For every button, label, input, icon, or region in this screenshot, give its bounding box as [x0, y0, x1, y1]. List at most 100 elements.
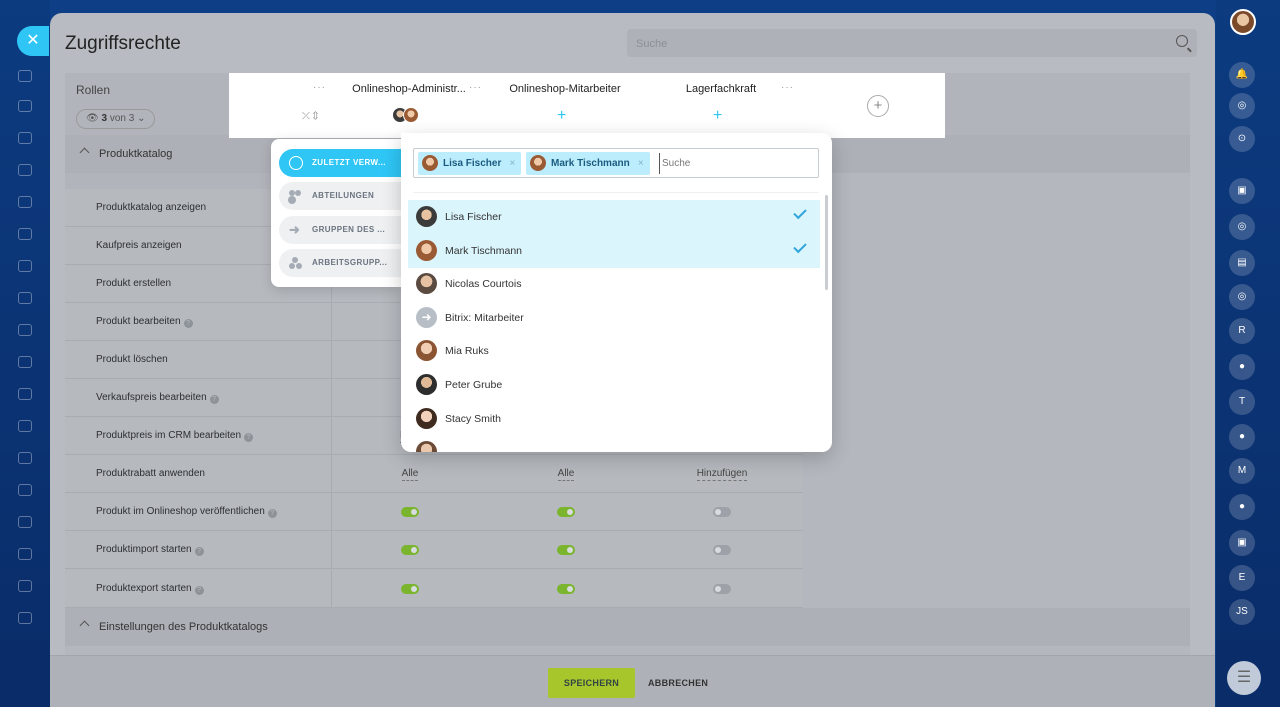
role-name[interactable]: Onlineshop-Mitarbeiter [487, 83, 643, 95]
tab-recent[interactable]: ZULETZT VERW... [279, 149, 409, 177]
list-icon[interactable] [18, 612, 32, 624]
tab-workgroups[interactable]: ARBEITSGRUPP... [279, 249, 409, 277]
search-icon[interactable] [1176, 35, 1188, 47]
recent-chat-r[interactable]: R [1229, 318, 1255, 344]
list-item[interactable]: Nicolas Courtois [408, 267, 820, 301]
roles-counter-chip[interactable]: 👁 3 von 3 ⌄ [76, 109, 156, 129]
panel-search-input[interactable]: Suche [627, 29, 1197, 57]
calendar-icon[interactable] [18, 164, 32, 176]
contacts-icon[interactable] [18, 324, 32, 336]
tag-mark-tischmann[interactable]: Mark Tischmann × [526, 152, 650, 175]
section-einstellungen[interactable]: Einstellungen des Produktkatalogs [65, 608, 1190, 646]
remove-tag-icon[interactable]: × [510, 152, 516, 175]
list-item[interactable]: Stacy Smith [408, 402, 820, 436]
document-icon[interactable] [18, 196, 32, 208]
filter-icon[interactable] [18, 452, 32, 464]
more-icon[interactable]: ··· [313, 82, 326, 93]
add-member-icon[interactable]: + [557, 108, 566, 124]
recent-chat-t[interactable]: T [1229, 389, 1255, 415]
list-item[interactable]: Mia Ruks [408, 334, 820, 368]
cancel-button[interactable]: ABBRECHEN [648, 668, 708, 698]
permission-label: Verkaufspreis bearbeiten? [96, 392, 219, 404]
chevron-up-icon[interactable] [79, 147, 90, 158]
selector-search-input[interactable] [659, 153, 809, 174]
chevron-up-icon[interactable] [79, 620, 90, 631]
search-chat-icon[interactable]: ⊙ [1229, 126, 1255, 152]
permission-toggle[interactable] [557, 584, 575, 594]
remove-tag-icon[interactable]: × [638, 152, 644, 175]
recent-chat-5[interactable]: ● [1229, 354, 1255, 380]
recent-chat-6[interactable]: ● [1229, 424, 1255, 450]
avatar [403, 107, 419, 123]
role-name[interactable]: Lagerfachkraft [643, 83, 799, 95]
openlines-icon[interactable]: ◎ [1229, 93, 1255, 119]
more-icon[interactable]: ··· [781, 82, 794, 93]
recent-chat-4[interactable]: ◎ [1229, 284, 1255, 310]
chat-icon[interactable] [18, 132, 32, 144]
permission-value-link[interactable]: Hinzufügen [696, 468, 748, 481]
settings-icon[interactable] [18, 356, 32, 368]
user-avatar[interactable] [1230, 9, 1256, 35]
list-item[interactable] [408, 435, 820, 452]
permission-toggle[interactable] [713, 545, 731, 555]
chat-menu-button[interactable]: ☰ [1227, 661, 1261, 695]
sort-icon[interactable]: ⤫ ⇕ [302, 111, 318, 122]
help-icon[interactable]: ? [194, 586, 204, 595]
arrow-icon: ➜ [416, 306, 437, 328]
help-icon[interactable]: ? [183, 319, 193, 328]
menu-icon[interactable] [18, 70, 32, 82]
recent-chat-m[interactable]: M [1229, 458, 1255, 484]
selected-tags-box[interactable]: Lisa Fischer × Mark Tischmann × [413, 148, 819, 178]
list-item[interactable]: ➜ Bitrix: Mitarbeiter [408, 301, 820, 335]
refresh-icon[interactable] [18, 420, 32, 432]
mail-icon[interactable] [18, 292, 32, 304]
card-icon[interactable] [18, 260, 32, 272]
permission-toggle[interactable] [713, 507, 731, 517]
recent-chat-2[interactable]: ◎ [1229, 214, 1255, 240]
save-button[interactable]: SPEICHERN [548, 668, 635, 698]
permission-value-link[interactable]: Alle [401, 468, 419, 481]
recent-chat-7[interactable]: ● [1229, 494, 1255, 520]
list-item[interactable]: Mark Tischmann [408, 233, 820, 268]
monitor-icon[interactable] [18, 388, 32, 400]
recent-chat-3[interactable]: ▤ [1229, 250, 1255, 276]
permission-toggle[interactable] [401, 507, 419, 517]
arrow-icon: ➜ [289, 222, 301, 237]
cart-icon[interactable] [18, 516, 32, 528]
add-role-button[interactable]: + [867, 95, 889, 117]
avatar [416, 441, 437, 452]
role-name[interactable]: Onlineshop-Administr... [331, 83, 487, 95]
tab-groups[interactable]: ➜ GRUPPEN DES ... [279, 216, 409, 244]
add-member-icon[interactable]: + [713, 108, 722, 124]
person-name: Peter Grube [445, 379, 503, 391]
help-icon[interactable]: ? [194, 547, 204, 556]
recent-chat-js[interactable]: JS [1229, 599, 1255, 625]
help-icon[interactable]: ? [244, 433, 254, 442]
feed-icon[interactable] [18, 100, 32, 112]
recent-chat-1[interactable]: ▣ [1229, 178, 1255, 204]
role-members-avatars[interactable] [392, 107, 419, 128]
recent-chat-e[interactable]: E [1229, 565, 1255, 591]
more-icon[interactable]: ··· [469, 82, 482, 93]
permission-toggle[interactable] [557, 545, 575, 555]
help-icon[interactable]: ? [267, 509, 277, 518]
permission-toggle[interactable] [557, 507, 575, 517]
avatar [416, 239, 437, 261]
permission-toggle[interactable] [401, 545, 419, 555]
tag-lisa-fischer[interactable]: Lisa Fischer × [418, 152, 522, 175]
permission-toggle[interactable] [713, 584, 731, 594]
scrollbar[interactable] [825, 195, 828, 290]
close-slider-button[interactable]: ✕ [17, 26, 49, 56]
chart-icon[interactable] [18, 484, 32, 496]
tasks-icon[interactable] [18, 228, 32, 240]
help-icon[interactable]: ? [209, 395, 219, 404]
building-icon[interactable] [18, 580, 32, 592]
permission-toggle[interactable] [401, 584, 419, 594]
list-item[interactable]: Peter Grube [408, 368, 820, 402]
bell-icon[interactable]: 🔔 [1229, 62, 1255, 88]
recent-chat-8[interactable]: ▣ [1229, 530, 1255, 556]
permission-value-link[interactable]: Alle [557, 468, 575, 481]
globe-icon[interactable] [18, 548, 32, 560]
list-item[interactable]: Lisa Fischer [408, 200, 820, 234]
tab-departments[interactable]: ABTEILUNGEN [279, 182, 409, 210]
